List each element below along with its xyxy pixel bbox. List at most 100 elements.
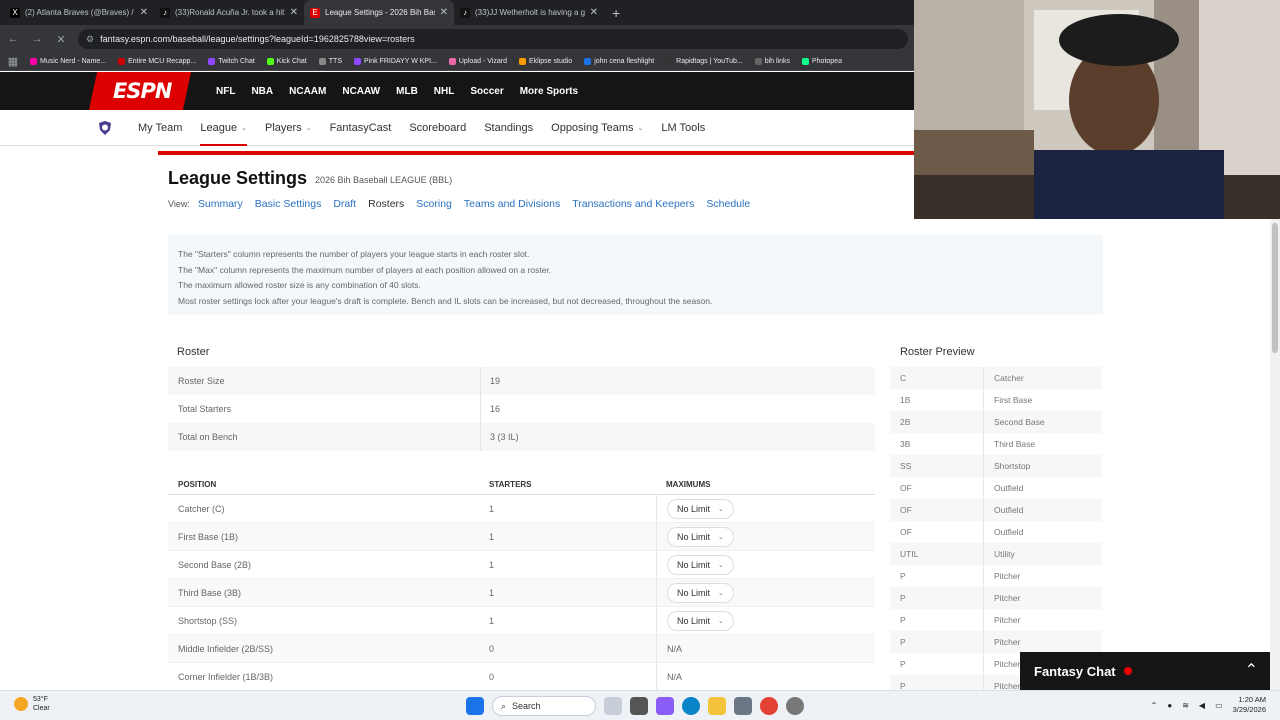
chevron-up-icon[interactable]: ⌃	[1245, 660, 1258, 680]
bookmark-item[interactable]: Kick Chat	[266, 58, 307, 65]
browser-tab[interactable]: E League Settings - 2026 Bih Bas ✕	[304, 0, 454, 25]
fantasy-nav-item[interactable]: FantasyCast	[330, 110, 392, 146]
new-tab-button[interactable]: +	[604, 0, 628, 25]
view-tab[interactable]: Summary	[198, 198, 243, 210]
fantasy-nav-label: Players	[265, 121, 302, 134]
fantasy-nav-item[interactable]: Opposing Teams ⌄	[551, 110, 643, 146]
app-icon[interactable]	[734, 697, 752, 715]
page-scrollbar[interactable]	[1270, 219, 1280, 690]
starters-count: 1	[489, 587, 495, 598]
column-header-position: POSITION	[178, 480, 217, 489]
sports-nav-item[interactable]: NFL	[216, 86, 235, 97]
tray-chevron-icon[interactable]: ⌃	[1151, 701, 1158, 710]
info-line: The "Max" column represents the maximum …	[178, 264, 552, 275]
apps-grid-icon[interactable]: ▦	[6, 55, 20, 68]
stop-loading-icon[interactable]: ✕	[54, 33, 68, 46]
edge-icon[interactable]	[682, 697, 700, 715]
fantasy-nav-item[interactable]: League ⌄	[200, 110, 247, 146]
view-tab[interactable]: Teams and Divisions	[464, 198, 560, 210]
maximum-select[interactable]: No Limit ⌄	[667, 554, 734, 575]
bookmark-item[interactable]: Eklipse studio	[519, 58, 572, 65]
close-tab-icon[interactable]: ✕	[590, 7, 598, 18]
browser-tab[interactable]: ♪ (33)Ronald Acuña Jr. took a hit ✕	[154, 0, 304, 25]
view-tab[interactable]: Basic Settings	[255, 198, 322, 210]
bookmark-favicon-icon	[448, 58, 456, 65]
preview-slot: 2B	[900, 417, 911, 427]
view-tab[interactable]: Rosters	[368, 198, 404, 210]
microphone-icon[interactable]: ●	[1167, 701, 1172, 710]
bookmark-label: Eklipse studio	[529, 58, 573, 65]
close-tab-icon[interactable]: ✕	[440, 7, 448, 18]
fantasy-nav-item[interactable]: Scoreboard	[409, 110, 466, 146]
maximum-select-value: No Limit	[677, 587, 711, 598]
volume-icon[interactable]: ◀	[1199, 701, 1205, 710]
fantasy-baseball-shield-icon[interactable]	[97, 120, 113, 136]
copilot-icon[interactable]	[656, 697, 674, 715]
taskbar-search[interactable]: ⌕ Search	[492, 696, 596, 716]
bookmark-item[interactable]: Music Nerd - Name...	[30, 58, 106, 65]
sports-nav-item[interactable]: MLB	[396, 86, 418, 97]
wifi-icon[interactable]: ≋	[1182, 701, 1189, 710]
file-explorer-icon[interactable]	[708, 697, 726, 715]
sports-nav-item[interactable]: NCAAM	[289, 86, 326, 97]
chevron-down-icon: ⌄	[718, 561, 724, 569]
windows-start-icon[interactable]	[466, 697, 484, 715]
bookmark-item[interactable]: john cena fleshlight	[584, 58, 654, 65]
fantasy-nav-item[interactable]: My Team	[138, 110, 182, 146]
obs-icon[interactable]	[786, 697, 804, 715]
scrollbar-thumb[interactable]	[1272, 223, 1278, 353]
url-field[interactable]: ⚙ fantasy.espn.com/baseball/league/setti…	[78, 29, 908, 49]
bookmark-item[interactable]: Rapidtags | YouTub...	[666, 58, 743, 65]
chrome-icon[interactable]	[760, 697, 778, 715]
bookmark-item[interactable]: Photopea	[802, 58, 842, 65]
battery-icon[interactable]: ▭	[1215, 701, 1223, 710]
clock[interactable]: 1:20 AM 3/29/2026	[1233, 695, 1266, 715]
close-tab-icon[interactable]: ✕	[140, 7, 148, 18]
maximum-select[interactable]: No Limit ⌄	[667, 526, 734, 547]
sports-nav-item[interactable]: More Sports	[520, 86, 578, 97]
bookmark-item[interactable]: Entire MCU Recapp...	[118, 58, 196, 65]
position-name: Second Base (2B)	[178, 559, 252, 570]
preview-slot-name: Pitcher	[983, 631, 1020, 653]
site-info-icon[interactable]: ⚙	[86, 34, 94, 45]
sports-nav-item[interactable]: NHL	[434, 86, 455, 97]
view-tab[interactable]: Scoring	[416, 198, 452, 210]
close-tab-icon[interactable]: ✕	[290, 7, 298, 18]
bookmark-item[interactable]: Upload - Vizard	[448, 58, 507, 65]
browser-tab[interactable]: X (2) Atlanta Braves (@Braves) / X ✕	[4, 0, 154, 25]
bookmark-item[interactable]: Twitch Chat	[208, 58, 255, 65]
maximum-cell: No Limit ⌄	[656, 579, 734, 606]
view-tab[interactable]: Schedule	[706, 198, 750, 210]
view-tab[interactable]: Draft	[333, 198, 356, 210]
preview-slot: P	[900, 615, 906, 625]
preview-slot-name: Pitcher	[983, 609, 1020, 631]
forward-icon[interactable]: →	[30, 33, 44, 45]
browser-tab[interactable]: ♪ (33)JJ Wetherholt is having a g ✕	[454, 0, 604, 25]
preview-slot-name: Outfield	[983, 477, 1023, 499]
sports-nav-item[interactable]: Soccer	[470, 86, 503, 97]
fantasy-chat-bar[interactable]: Fantasy Chat ⌃	[1020, 652, 1270, 690]
bookmark-item[interactable]: TTS	[318, 58, 342, 65]
fantasy-nav-item[interactable]: LM Tools	[661, 110, 705, 146]
view-tab[interactable]: Transactions and Keepers	[572, 198, 694, 210]
weather-widget[interactable]: 53°F Clear	[14, 695, 50, 713]
fantasy-nav-item[interactable]: Standings	[484, 110, 533, 146]
maximum-select[interactable]: No Limit ⌄	[667, 610, 734, 631]
preview-slot-name: Catcher	[983, 367, 1024, 389]
tiktok-icon: ♪	[460, 7, 470, 18]
maximum-select[interactable]: No Limit ⌄	[667, 498, 734, 519]
preview-slot-name: First Base	[983, 389, 1032, 411]
bookmark-item[interactable]: bih links	[754, 58, 790, 65]
espn-logo[interactable]: ESPN	[0, 72, 192, 110]
app-icon[interactable]	[604, 697, 622, 715]
task-view-icon[interactable]	[630, 697, 648, 715]
bookmark-item[interactable]: Pink FRIDAYY W KPI...	[354, 58, 437, 65]
header-accent-bar	[158, 151, 914, 155]
back-icon[interactable]: ←	[6, 33, 20, 45]
maximum-select[interactable]: No Limit ⌄	[667, 582, 734, 603]
bookmark-favicon-icon	[118, 58, 126, 65]
fantasy-nav-item[interactable]: Players ⌄	[265, 110, 312, 146]
bookmark-label: Kick Chat	[276, 58, 307, 65]
sports-nav-item[interactable]: NBA	[251, 86, 273, 97]
sports-nav-item[interactable]: NCAAW	[342, 86, 380, 97]
